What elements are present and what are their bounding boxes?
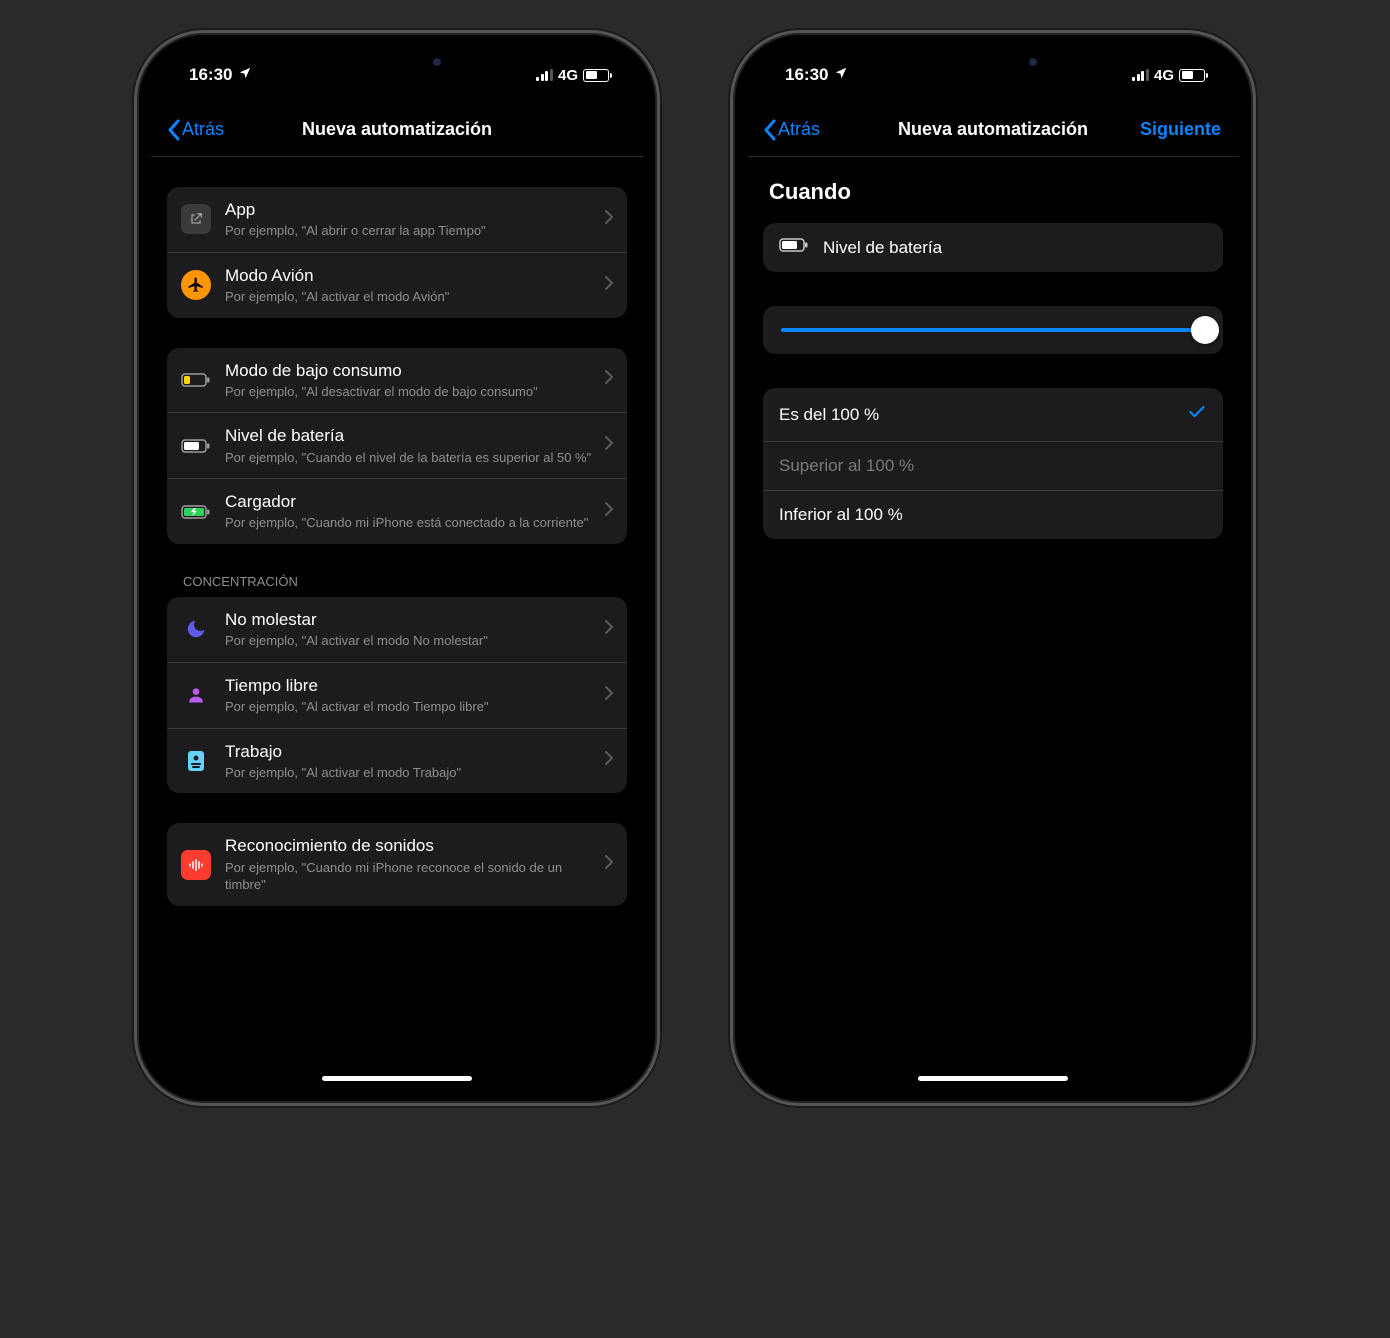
row-sub: Por ejemplo, "Cuando el nivel de la bate…	[225, 449, 597, 467]
charger-icon	[181, 497, 211, 527]
chevron-right-icon	[605, 502, 613, 521]
row-title: Reconocimiento de sonidos	[225, 835, 597, 856]
row-sub: Por ejemplo, "Al abrir o cerrar la app T…	[225, 222, 597, 240]
row-sub: Por ejemplo, "Cuando mi iPhone reconoce …	[225, 859, 597, 894]
badge-icon	[181, 746, 211, 776]
row-sub: Por ejemplo, "Al activar el modo Avión"	[225, 288, 597, 306]
row-charger[interactable]: Cargador Por ejemplo, "Cuando mi iPhone …	[167, 478, 627, 544]
row-do-not-disturb[interactable]: No molestar Por ejemplo, "Al activar el …	[167, 597, 627, 662]
row-work[interactable]: Trabajo Por ejemplo, "Al activar el modo…	[167, 728, 627, 794]
chevron-left-icon	[167, 119, 180, 141]
option-greater[interactable]: Superior al 100 %	[763, 441, 1223, 490]
row-title: No molestar	[225, 609, 597, 630]
airplane-icon	[181, 270, 211, 300]
battery-icon	[779, 237, 809, 258]
trigger-summary: Nivel de batería	[763, 223, 1223, 272]
trigger-group: Reconocimiento de sonidos Por ejemplo, "…	[167, 823, 627, 905]
trigger-group: No molestar Por ejemplo, "Al activar el …	[167, 597, 627, 793]
notch	[307, 47, 487, 77]
check-icon	[1187, 402, 1207, 427]
row-sub: Por ejemplo, "Al desactivar el modo de b…	[225, 383, 597, 401]
sound-icon	[181, 850, 211, 880]
nav-title: Nueva automatización	[302, 119, 492, 140]
screen: 16:30 4G Atrás Nueva automatización	[151, 47, 643, 1089]
notch	[903, 47, 1083, 77]
option-label: Inferior al 100 %	[779, 505, 903, 525]
chevron-right-icon	[605, 436, 613, 455]
row-title: Modo de bajo consumo	[225, 360, 597, 381]
next-button[interactable]: Siguiente	[1140, 119, 1221, 140]
chevron-right-icon	[605, 210, 613, 229]
option-label: Es del 100 %	[779, 405, 879, 425]
chevron-right-icon	[605, 751, 613, 770]
trigger-row: Nivel de batería	[763, 223, 1223, 272]
row-title: Cargador	[225, 491, 597, 512]
section-header: CONCENTRACIÓN	[167, 574, 627, 597]
trigger-group: Modo de bajo consumo Por ejemplo, "Al de…	[167, 348, 627, 544]
row-title: Modo Avión	[225, 265, 597, 286]
nav-bar: Atrás Nueva automatización	[151, 103, 643, 157]
back-label: Atrás	[778, 119, 820, 140]
status-network: 4G	[558, 67, 578, 84]
trigger-group: App Por ejemplo, "Al abrir o cerrar la a…	[167, 187, 627, 318]
phone-left: 16:30 4G Atrás Nueva automatización	[134, 30, 660, 1106]
back-button[interactable]: Atrás	[167, 119, 224, 141]
row-low-power-mode[interactable]: Modo de bajo consumo Por ejemplo, "Al de…	[167, 348, 627, 413]
nav-title: Nueva automatización	[898, 119, 1088, 140]
row-sub: Por ejemplo, "Cuando mi iPhone está cone…	[225, 514, 597, 532]
row-sound-recognition[interactable]: Reconocimiento de sonidos Por ejemplo, "…	[167, 823, 627, 905]
trigger-label: Nivel de batería	[823, 238, 942, 258]
moon-icon	[181, 614, 211, 644]
slider-track	[781, 328, 1205, 332]
row-app[interactable]: App Por ejemplo, "Al abrir o cerrar la a…	[167, 187, 627, 252]
heading: Cuando	[769, 179, 1217, 205]
signal-icon	[1132, 69, 1149, 81]
chevron-left-icon	[763, 119, 776, 141]
row-title: Nivel de batería	[225, 425, 597, 446]
row-title: App	[225, 199, 597, 220]
row-sub: Por ejemplo, "Al activar el modo Trabajo…	[225, 764, 597, 782]
row-airplane-mode[interactable]: Modo Avión Por ejemplo, "Al activar el m…	[167, 252, 627, 318]
chevron-right-icon	[605, 686, 613, 705]
condition-group: Es del 100 % Superior al 100 % Inferior …	[763, 388, 1223, 539]
row-sub: Por ejemplo, "Al activar el modo No mole…	[225, 632, 597, 650]
low-power-icon	[181, 365, 211, 395]
content[interactable]: App Por ejemplo, "Al abrir o cerrar la a…	[151, 157, 643, 1089]
slider-fill	[781, 328, 1205, 332]
phone-right: 16:30 4G Atrás Nueva automatización	[730, 30, 1256, 1106]
status-time: 16:30	[785, 65, 828, 85]
status-network: 4G	[1154, 67, 1174, 84]
chevron-right-icon	[605, 620, 613, 639]
home-indicator[interactable]	[322, 1076, 472, 1081]
person-icon	[181, 680, 211, 710]
option-label: Superior al 100 %	[779, 456, 914, 476]
chevron-right-icon	[605, 276, 613, 295]
home-indicator[interactable]	[918, 1076, 1068, 1081]
option-less[interactable]: Inferior al 100 %	[763, 490, 1223, 539]
chevron-right-icon	[605, 855, 613, 874]
row-battery-level[interactable]: Nivel de batería Por ejemplo, "Cuando el…	[167, 412, 627, 478]
back-label: Atrás	[182, 119, 224, 140]
row-sub: Por ejemplo, "Al activar el modo Tiempo …	[225, 698, 597, 716]
battery-icon	[583, 69, 609, 82]
screen: 16:30 4G Atrás Nueva automatización	[747, 47, 1239, 1089]
nav-bar: Atrás Nueva automatización Siguiente	[747, 103, 1239, 157]
row-title: Trabajo	[225, 741, 597, 762]
battery-level-icon	[181, 431, 211, 461]
slider-thumb[interactable]	[1191, 316, 1219, 344]
option-equals[interactable]: Es del 100 %	[763, 388, 1223, 441]
chevron-right-icon	[605, 370, 613, 389]
battery-slider[interactable]	[763, 306, 1223, 354]
location-icon	[834, 65, 848, 85]
back-button[interactable]: Atrás	[763, 119, 820, 141]
row-free-time[interactable]: Tiempo libre Por ejemplo, "Al activar el…	[167, 662, 627, 728]
row-title: Tiempo libre	[225, 675, 597, 696]
battery-icon	[1179, 69, 1205, 82]
app-icon	[181, 204, 211, 234]
status-time: 16:30	[189, 65, 232, 85]
location-icon	[238, 65, 252, 85]
content[interactable]: Cuando Nivel de batería Es del 100 %	[747, 157, 1239, 1089]
signal-icon	[536, 69, 553, 81]
